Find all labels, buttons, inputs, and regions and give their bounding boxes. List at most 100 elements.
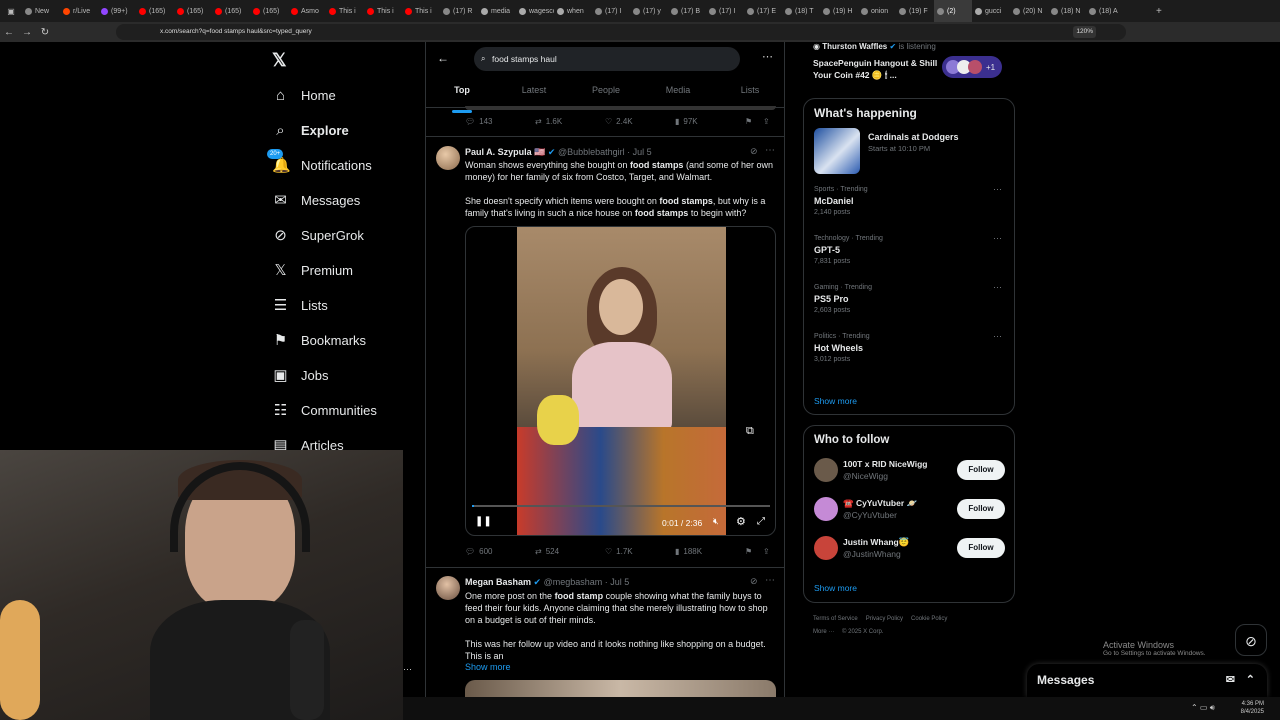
tab-actions-icon[interactable]: ▣ [0,7,22,16]
avatar[interactable] [814,457,838,482]
bookmark-icon[interactable]: ⚑ [745,117,763,126]
search-input[interactable]: ⌕ food stamps haul [474,47,740,71]
trend-more-icon[interactable]: ⋯ [993,282,1002,293]
follow-user-name[interactable]: Justin Whang😇 [843,536,909,548]
trend-item[interactable]: Technology · Trending GPT-5 7,831 posts ⋯ [804,229,1014,278]
browser-tab[interactable]: onion [858,0,896,22]
browser-tab[interactable]: (19) F [896,0,934,22]
nav-item-messages[interactable]: ✉ Messages [270,183,420,218]
browser-tab[interactable]: (18) N [1048,0,1086,22]
browser-tab[interactable]: (20) N [1010,0,1048,22]
browser-tab[interactable]: (165) [250,0,288,22]
browser-tab[interactable]: (17) B [668,0,706,22]
tab-people[interactable]: People [570,80,642,107]
tweet-date[interactable]: · Jul 5 [627,147,652,157]
messages-drawer[interactable]: Messages ✉ ⌃ [1027,664,1267,697]
live-event[interactable]: Cardinals at Dodgers Starts at 10:10 PM [804,126,1014,180]
tweet[interactable]: Paul A. Szypula 🇺🇸 ✔ @Bubblebathgirl · J… [426,136,784,567]
space-listeners[interactable]: +1 [942,56,1002,78]
more-options-icon[interactable]: ⋯ [762,50,773,63]
browser-tab[interactable]: gucci [972,0,1010,22]
nav-item-lists[interactable]: ☰ Lists [270,288,420,323]
browser-tab[interactable]: (17) I [592,0,630,22]
footer-link[interactable]: Privacy Policy [866,616,903,622]
tab-media[interactable]: Media [642,80,714,107]
browser-tab[interactable]: (19) H [820,0,858,22]
avatar[interactable] [436,146,460,170]
browser-tab[interactable]: New [22,0,60,22]
reply-button[interactable]: 💬︎ 600 [465,547,535,556]
avatar[interactable] [814,496,838,521]
picture-in-picture-icon[interactable]: ⧉ [746,425,754,438]
browser-tab[interactable]: Asmo [288,0,326,22]
browser-tab[interactable]: (165) [136,0,174,22]
pause-icon[interactable]: ❚❚ [475,516,492,527]
views-button[interactable]: ▮ 188K [675,547,745,556]
share-icon[interactable]: ⇪ [763,547,770,556]
browser-tab[interactable]: (165) [212,0,250,22]
nav-item-premium[interactable]: 𝕏 Premium [270,253,420,288]
browser-tab[interactable]: (17) E [744,0,782,22]
tweet-media[interactable] [465,680,776,697]
browser-tab[interactable]: (18) A [1086,0,1124,22]
browser-tab[interactable]: This i [364,0,402,22]
like-button[interactable]: ♡ 1.7K [605,547,675,556]
tweet[interactable]: Megan Basham ✔ @megbasham · Jul 5 ⊘ ⋯ On… [426,567,784,697]
tweet-more-icon[interactable]: ⋯ [765,145,775,156]
show-more-link[interactable]: Show more [814,583,857,593]
author-name[interactable]: Paul A. Szypula 🇺🇸 [465,147,545,157]
grok-floating-button[interactable]: ⊘ [1235,624,1267,656]
follow-button[interactable]: Follow [957,498,1005,519]
video-player[interactable]: ⧉ ❚❚ 0:01 / 2:36 🔇︎ ⚙ ⤢ [465,226,776,536]
nav-item-communities[interactable]: ☷ Communities [270,393,420,428]
expand-chevron-icon[interactable]: ⌃ [1246,664,1255,696]
follow-user-name[interactable]: 100T x RID NiceWigg [843,458,927,470]
forward-arrow-icon[interactable]: → [18,27,36,38]
follow-suggestion[interactable]: ☎️ CyYuVtuber 🪐 @CyYuVtuber Follow [804,489,1014,528]
browser-tab[interactable]: (18) T [782,0,820,22]
settings-gear-icon[interactable]: ⚙ [736,515,746,528]
nav-item-notifications[interactable]: 🔔 Notifications 20+ [267,148,420,183]
author-name[interactable]: Megan Basham [465,577,531,587]
grok-icon[interactable]: ⊘ [750,576,758,587]
back-arrow-icon[interactable]: ← [0,27,18,38]
avatar[interactable] [436,576,460,600]
share-icon[interactable]: ⇪ [763,117,770,126]
trend-item[interactable]: Sports · Trending McDaniel 2,140 posts ⋯ [804,180,1014,229]
trend-item[interactable]: Politics · Trending Hot Wheels 3,012 posts… [804,327,1014,376]
browser-tab[interactable]: wagescon [516,0,554,22]
x-logo-icon[interactable]: 𝕏 [270,42,420,78]
tweet-date[interactable]: · Jul 5 [605,577,630,587]
like-button[interactable]: ♡ 2.4K [605,117,675,126]
browser-tab[interactable]: This i [326,0,364,22]
back-arrow-icon[interactable]: ← [437,51,449,65]
reload-icon[interactable]: ↻ [36,27,54,38]
footer-link[interactable]: Cookie Policy [911,616,947,622]
browser-tab[interactable]: (17) I [706,0,744,22]
new-tab-icon[interactable]: + [1156,6,1162,17]
author-handle[interactable]: @megbasham [544,577,603,587]
follow-suggestion[interactable]: 100T x RID NiceWigg @NiceWigg Follow [804,450,1014,489]
follow-button[interactable]: Follow [957,537,1005,558]
nav-item-jobs[interactable]: ▣ Jobs [270,358,420,393]
more-dots-icon[interactable]: ⋯ [403,664,412,675]
browser-tab[interactable]: (17) R [440,0,478,22]
bookmark-icon[interactable]: ⚑ [745,547,763,556]
footer-link[interactable]: Terms of Service [813,616,858,622]
views-button[interactable]: ▮ 97K [675,117,745,126]
trend-more-icon[interactable]: ⋯ [993,233,1002,244]
nav-item-home[interactable]: ⌂ Home [270,78,420,113]
tab-lists[interactable]: Lists [714,80,784,107]
trend-more-icon[interactable]: ⋯ [993,331,1002,342]
repost-button[interactable]: ⇄ 524 [535,547,605,556]
address-bar[interactable]: x.com/search?q=food stamps haul&src=type… [116,24,1126,40]
live-space-card[interactable]: ◉ Thurston Waffles ✔ is listening SpaceP… [803,42,1015,90]
reply-button[interactable]: 💬︎ 143 [465,117,535,126]
avatar[interactable] [814,535,838,560]
browser-tab[interactable]: (2) [934,0,972,22]
repost-button[interactable]: ⇄ 1.6K [535,117,605,126]
follow-button[interactable]: Follow [957,459,1005,480]
clock[interactable]: 4:36 PM 8/4/2025 [1241,700,1264,716]
trend-item[interactable]: Gaming · Trending PS5 Pro 2,603 posts ⋯ [804,278,1014,327]
mute-icon[interactable]: 🔇︎ [713,516,719,527]
